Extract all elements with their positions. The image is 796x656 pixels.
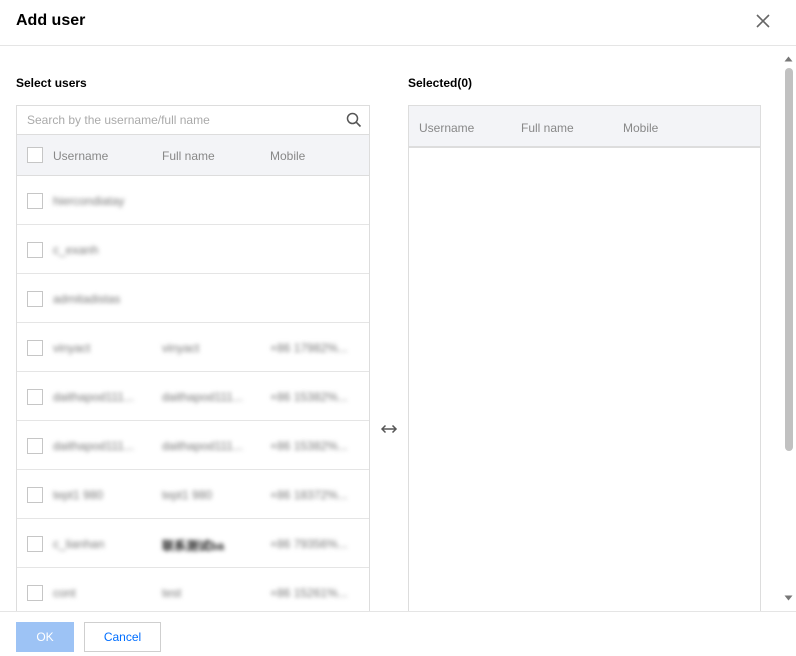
table-row[interactable]: hiercondiatay [17, 176, 369, 225]
table-row[interactable]: daithapod111... daithapod111... +86 1538… [17, 421, 369, 470]
column-mobile: Mobile [270, 149, 306, 163]
row-checkbox[interactable] [27, 193, 43, 209]
row-checkbox[interactable] [27, 242, 43, 258]
row-mobile: +86 17982%... [270, 341, 348, 355]
scroll-down-arrow-icon[interactable] [784, 595, 793, 601]
row-checkbox[interactable] [27, 585, 43, 601]
row-checkbox[interactable] [27, 536, 43, 552]
column-fullname: Full name [521, 121, 574, 135]
column-username: Username [53, 149, 109, 163]
column-fullname: Full name [162, 149, 215, 163]
row-fullname: daithapod111... [162, 439, 243, 453]
close-icon[interactable] [753, 11, 773, 31]
ok-button[interactable]: OK [16, 622, 74, 652]
table-row[interactable]: daithapod111... daithapod111... +86 1538… [17, 372, 369, 421]
row-mobile: +86 79356%... [270, 537, 348, 551]
selected-count-label: Selected(0) [408, 76, 473, 90]
row-username: c_lianhan [53, 537, 105, 551]
row-checkbox[interactable] [27, 389, 43, 405]
table-row[interactable]: cont test +86 15261%... [17, 568, 369, 615]
scrollbar-thumb[interactable] [785, 68, 793, 451]
search-box [17, 106, 369, 135]
row-username: cont [53, 586, 76, 600]
table-row[interactable]: vinyact vinyact +86 17982%... [17, 323, 369, 372]
row-checkbox[interactable] [27, 291, 43, 307]
row-fullname: tept1 980 [162, 488, 213, 502]
table-row[interactable]: tept1 980 tept1 980 +86 18372%... [17, 470, 369, 519]
row-username: daithapod111... [53, 390, 134, 404]
row-fullname: test [162, 586, 182, 600]
dialog-footer: OK Cancel [0, 611, 796, 656]
selected-list-header: Username Full name Mobile [409, 106, 760, 148]
table-row[interactable]: admitadistas [17, 274, 369, 323]
search-input[interactable] [17, 106, 337, 134]
row-mobile: +86 15261%... [270, 586, 348, 600]
row-username: c_exanh [53, 243, 99, 257]
row-username: admitadistas [53, 292, 121, 306]
dialog-header: Add user [0, 0, 796, 46]
column-username: Username [419, 121, 475, 135]
table-row[interactable]: c_lianhan 联系测试ba +86 79356%... [17, 519, 369, 568]
row-mobile: +86 15382%... [270, 390, 348, 404]
row-checkbox[interactable] [27, 438, 43, 454]
row-username: tept1 980 [53, 488, 104, 502]
row-username: daithapod111... [53, 439, 134, 453]
table-row[interactable]: c_exanh [17, 225, 369, 274]
user-list-panel: Username Full name Mobile hiercondiatay … [16, 105, 370, 615]
row-mobile: +86 18372%... [270, 488, 348, 502]
user-list-header: Username Full name Mobile [17, 135, 369, 176]
select-users-label: Select users [16, 76, 87, 90]
row-checkbox[interactable] [27, 340, 43, 356]
row-username: vinyact [53, 341, 91, 355]
selected-users-panel: Username Full name Mobile [408, 105, 761, 615]
select-all-checkbox[interactable] [27, 147, 43, 163]
row-username: hiercondiatay [53, 194, 125, 208]
cancel-button[interactable]: Cancel [84, 622, 161, 652]
scroll-up-arrow-icon[interactable] [784, 56, 793, 62]
row-fullname: vinyact [162, 341, 200, 355]
column-mobile: Mobile [623, 121, 659, 135]
search-icon[interactable] [346, 112, 362, 128]
dialog-title: Add user [16, 12, 86, 29]
row-checkbox[interactable] [27, 487, 43, 503]
row-fullname: daithapod111... [162, 390, 243, 404]
row-mobile: +86 15382%... [270, 439, 348, 453]
row-fullname: 联系测试ba [162, 539, 225, 553]
swap-arrows-icon [380, 424, 398, 434]
